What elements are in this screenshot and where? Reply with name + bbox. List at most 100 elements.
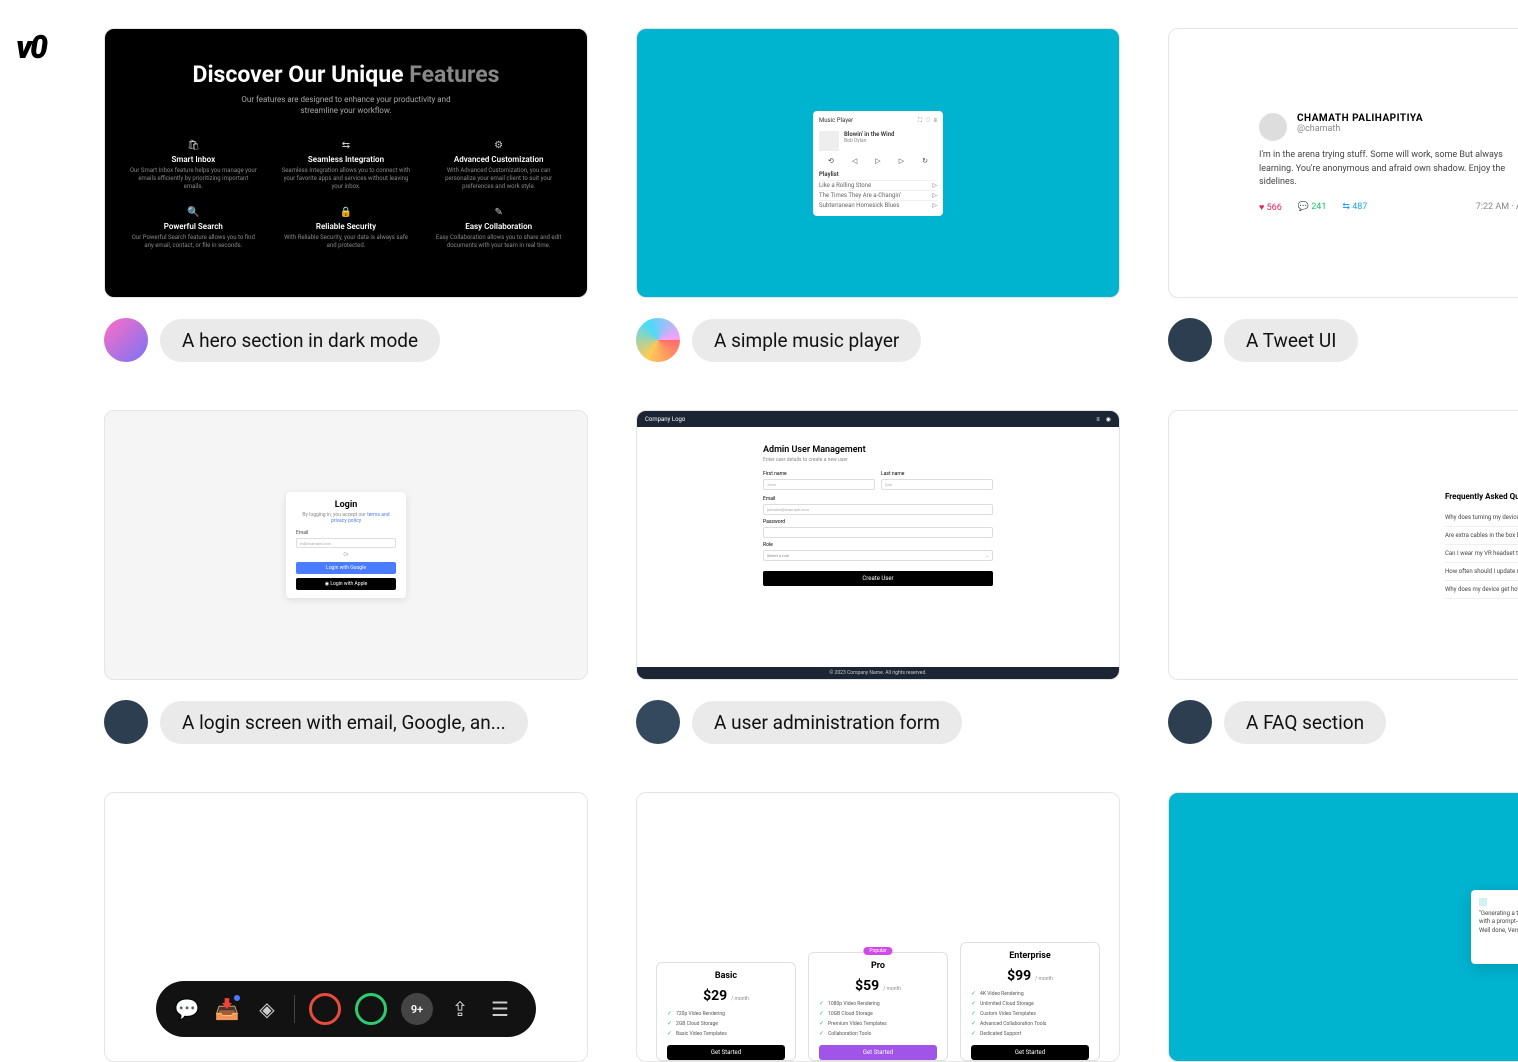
hero-features: 🛍Smart InboxOur Smart Inbox feature help… [129,140,563,249]
edit-icon: ✎ [434,207,563,218]
next-icon: ▷ [899,157,904,165]
brand: Company Logo [645,416,685,423]
integration-icon: ⇆ [282,140,411,151]
plan-enterprise: Enterprise $99 / month ✓4K Video Renderi… [960,942,1100,1061]
login-title: Login [296,500,396,510]
avatar [636,700,680,744]
card-testimonial[interactable]: "Generating a testimonial card component… [1168,792,1518,1062]
song-artist: Bob Dylan [844,138,894,144]
form-sub: Enter user details to create a new user [763,457,993,463]
lock-icon: 🔒 [282,207,411,218]
testimonial-name: John Doe [1479,943,1518,950]
avatar [636,318,680,362]
cta-button: Get Started [667,1045,785,1060]
thumb-faq: Frequently Asked Questions Why does turn… [1168,410,1518,680]
share-icon: ⇪ [447,997,473,1021]
menu-icon: ≡ [933,117,937,125]
caption: A simple music player [692,319,921,362]
music-window: Music Player⛶♡≡ Blowin' in the WindBob D… [813,111,943,216]
check-icon: ✓ [667,1020,672,1027]
dock: 💬 📥 ◈ 9+ ⇪ ☰ [156,981,536,1037]
avatar [104,318,148,362]
card-pricing[interactable]: Basic $29 / month ✓720p Video Rendering … [636,792,1120,1062]
avatar [1168,700,1212,744]
check-icon: ✓ [819,1010,824,1017]
repeat-icon: ↻ [922,157,928,165]
faq-title: Frequently Asked Questions [1445,492,1518,501]
play-icon: ▷ [932,192,937,199]
play-icon: ▷ [875,157,880,165]
password-input [763,527,993,538]
hero-title-b: Features [409,61,499,88]
quote-icon [1479,898,1487,906]
chat-icon: 💬 [174,997,200,1021]
menu-icon: ≡ [1096,416,1100,423]
caption: A Tweet UI [1224,319,1358,362]
search-icon: 🔍 [129,207,258,218]
v0-logo: v0 [16,28,46,66]
like-stat: ♥ 566 [1259,202,1282,213]
email-input: johndoe@example.com [763,504,993,515]
bag-icon: 🛍 [129,140,258,151]
card-login[interactable]: Login By logging in, you accept our term… [104,410,588,744]
thumb-dock: 💬 📥 ◈ 9+ ⇪ ☰ [104,792,588,1062]
thumb-testimonial: "Generating a testimonial card component… [1168,792,1518,1062]
form-title: Admin User Management [763,445,993,455]
card-tweet[interactable]: CHAMATH PALIHAPITIYA@chamath I'm in the … [1168,28,1518,362]
check-icon: ✓ [971,1000,976,1007]
email-input: m@example.com [296,538,396,548]
hero-title-a: Discover Our Unique [193,61,410,88]
faq-item: Can I wear my VR headset to my cousin's … [1445,545,1518,563]
faq-item: How often should I update my software?⌄ [1445,563,1518,581]
status-red [309,993,341,1025]
caption: A user administration form [692,701,962,744]
testimonial-text: "Generating a testimonial card component… [1479,910,1518,935]
avatar [104,700,148,744]
faq-item: Why does turning my device off and on ag… [1445,509,1518,527]
song-title: Blowin' in the Wind [844,131,894,138]
cta-button: Get Started [971,1045,1089,1060]
shuffle-icon: ⟲ [828,157,834,165]
example-grid: Discover Our Unique Features Our feature… [104,28,1518,1062]
thumb-login: Login By logging in, you accept our term… [104,410,588,680]
check-icon: ✓ [971,1020,976,1027]
card-faq[interactable]: Frequently Asked Questions Why does turn… [1168,410,1518,744]
card-admin[interactable]: Company Logo≡◉ Admin User Management Ent… [636,410,1120,744]
check-icon: ✓ [971,1010,976,1017]
tweet-time: 7:22 AM · Aug 2 [1476,202,1518,212]
apple-button: ◉ Login with Apple [296,578,396,590]
or-divider: Or [296,552,396,558]
email-label: Email [296,530,396,536]
separator [294,995,295,1023]
music-title: Music Player [819,117,853,124]
heart-icon: ♡ [925,117,930,125]
tweet-name: CHAMATH PALIHAPITIYA [1297,113,1423,124]
gear-icon: ⚙ [434,140,563,151]
check-icon: ✓ [971,1030,976,1037]
firstname-input: John [763,479,875,490]
caption: A login screen with email, Google, an... [160,701,528,744]
count-badge: 9+ [401,993,433,1025]
caption: A FAQ section [1224,701,1386,744]
thumb-pricing: Basic $29 / month ✓720p Video Rendering … [636,792,1120,1062]
role-select: Select a role⌄ [763,550,993,561]
caption: A hero section in dark mode [160,319,440,362]
testimonial-role: CEO, Example Corp. [1479,950,1518,956]
check-icon: ✓ [667,1030,672,1037]
thumb-hero: Discover Our Unique Features Our feature… [104,28,588,298]
card-dock[interactable]: 💬 📥 ◈ 9+ ⇪ ☰ [104,792,588,1062]
check-icon: ✓ [667,1010,672,1017]
check-icon: ✓ [819,1020,824,1027]
avatar [1168,318,1212,362]
card-hero[interactable]: Discover Our Unique Features Our feature… [104,28,588,362]
thumb-admin: Company Logo≡◉ Admin User Management Ent… [636,410,1120,680]
reply-stat: 💬 241 [1298,202,1327,212]
tweet-handle: @chamath [1297,124,1423,134]
check-icon: ✓ [971,990,976,997]
prev-icon: ◁ [852,157,857,165]
play-icon: ▷ [932,202,937,209]
card-music[interactable]: Music Player⛶♡≡ Blowin' in the WindBob D… [636,28,1120,362]
admin-footer: © 2023 Company Name. All rights reserved… [637,667,1119,679]
layers-icon: ◈ [254,997,280,1021]
lastname-input: Doe [881,479,993,490]
